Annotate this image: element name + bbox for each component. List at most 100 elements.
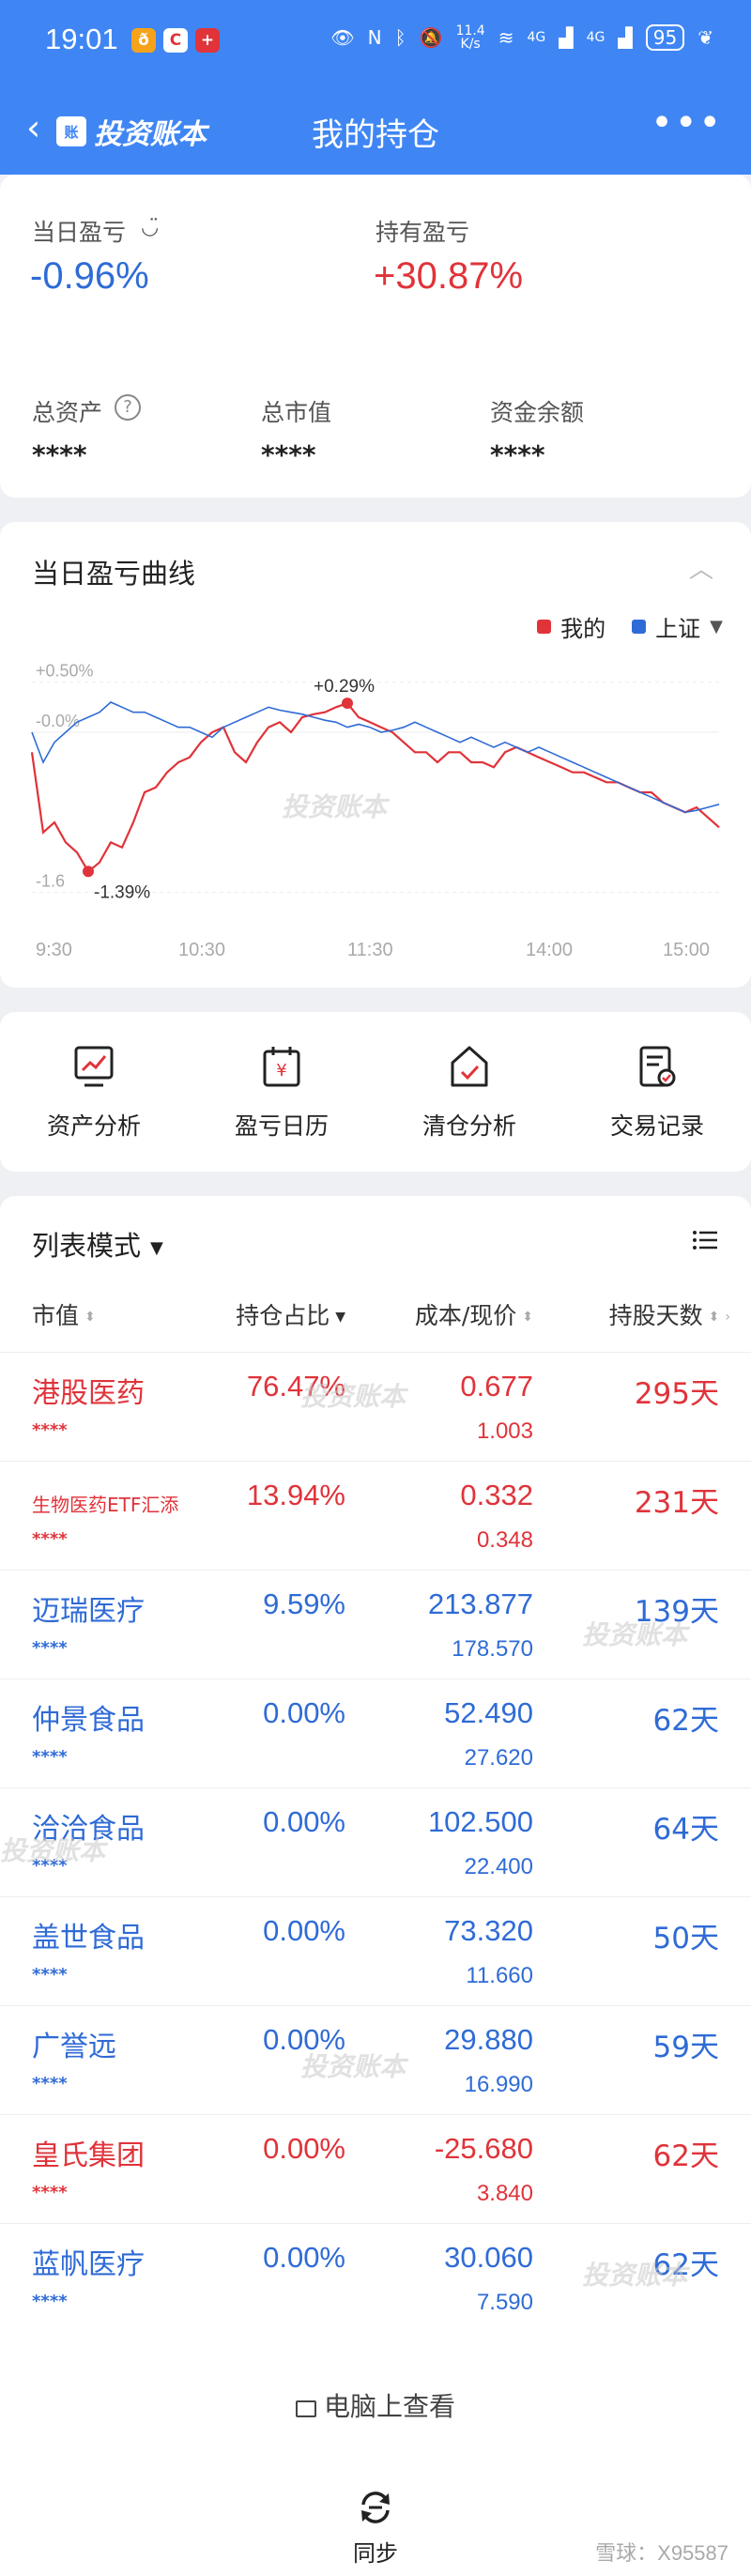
cost-price: 213.877	[427, 1587, 533, 1620]
column-label: 持仓占比	[236, 1302, 330, 1329]
min-point-marker	[83, 866, 94, 878]
legend-index-swatch	[632, 620, 647, 634]
holding-masked-value: ****	[32, 1856, 68, 1876]
holding-name: 生物医药ETF汇添	[32, 1494, 179, 1516]
holding-pnl-label: 持有盈亏	[376, 219, 470, 246]
current-price: 3.840	[476, 2181, 533, 2206]
help-icon[interactable]: ?	[115, 394, 141, 421]
daily-pnl-label: 当日盈亏	[32, 219, 127, 246]
holding-masked-value: ****	[32, 2074, 68, 2093]
cost-price: 29.880	[444, 2023, 533, 2056]
holding-masked-value: ****	[32, 1638, 68, 1658]
signal-icon: ▟	[618, 26, 633, 49]
status-time: 19:01	[45, 23, 118, 55]
bottom-bar: 同步 雪球：X95587	[0, 2445, 751, 2576]
x-tick-label: 10:30	[178, 940, 225, 960]
table-row[interactable]: 迈瑞医疗 **** 9.59% 213.877 178.570 139天	[0, 1570, 751, 1679]
app-header: 19:01 ð C + 👁 N ᛒ 🔕 11.4 K/s ≋ 4G ▟ 4G ▟…	[0, 0, 751, 175]
position-ratio: 76.47%	[246, 1370, 345, 1403]
holding-name: 蓝帆医疗	[32, 2248, 145, 2281]
action-clearance-analysis[interactable]: 清仓分析	[376, 1044, 563, 1142]
position-ratio: 13.94%	[246, 1479, 345, 1511]
xueqiu-watermark: 雪球：X95587	[595, 2541, 728, 2565]
holding-days: 295天	[634, 1377, 719, 1411]
notification-icons: ð C +	[131, 28, 220, 53]
position-ratio: 0.00%	[263, 2132, 345, 2165]
table-row[interactable]: 洽洽食品 **** 0.00% 102.500 22.400 64天	[0, 1787, 751, 1896]
column-label: 成本/现价	[414, 1302, 517, 1329]
view-on-pc-link[interactable]: 电脑上查看	[0, 2386, 751, 2424]
cost-price: 73.320	[444, 1914, 533, 1947]
daily-pnl-value: -0.96%	[30, 255, 149, 297]
action-asset-analysis[interactable]: 资产分析	[0, 1044, 188, 1142]
cost-price: 0.332	[460, 1479, 533, 1511]
total-assets-value: ****	[32, 439, 87, 470]
table-row[interactable]: 仲景食品 **** 0.00% 52.490 27.620 62天	[0, 1679, 751, 1787]
signal-icon: ▟	[559, 26, 574, 49]
position-ratio: 9.59%	[263, 1587, 345, 1620]
column-label: 持股天数	[608, 1302, 703, 1329]
position-ratio: 0.00%	[263, 1696, 345, 1729]
leaf-icon: ❦	[697, 26, 713, 49]
holding-name: 港股医药	[32, 1377, 145, 1410]
series-mine-line	[30, 701, 720, 873]
table-row[interactable]: 广誉远 **** 0.00% 29.880 16.990 59天	[0, 2005, 751, 2114]
chevron-right-icon: ›	[725, 1310, 730, 1325]
column-label: 市值	[32, 1302, 80, 1329]
sync-icon[interactable]	[358, 2490, 393, 2525]
table-row[interactable]: 皇氏集团 **** 0.00% -25.680 3.840 62天	[0, 2114, 751, 2223]
page-title: 我的持仓	[312, 116, 439, 154]
column-position-ratio[interactable]: 持仓占比 ▼	[236, 1297, 345, 1331]
cost-price: 52.490	[444, 1696, 533, 1729]
more-icon[interactable]: •••	[651, 101, 723, 145]
calendar-yen-icon: ¥	[263, 1047, 300, 1087]
holding-days: 231天	[634, 1486, 719, 1520]
signal-label: 4G	[586, 30, 605, 45]
total-assets-label: 总资产	[32, 399, 103, 426]
holdings-list: 列表模式 ▼ 市值 ⬍ 持仓占比 ▼ 成本/现价 ⬍ 持股天数 ⬍ › 港股医药 **** 76…	[0, 1196, 751, 2445]
table-row[interactable]: 蓝帆医疗 **** 0.00% 30.060 7.590 62天	[0, 2223, 751, 2332]
table-row[interactable]: 港股医药 **** 76.47% 0.677 1.003 295天	[0, 1352, 751, 1461]
holding-masked-value: ****	[32, 1420, 68, 1440]
holding-masked-value: ****	[32, 1747, 68, 1767]
cash-label: 资金余额	[490, 399, 585, 426]
document-check-icon	[639, 1046, 676, 1087]
chart-legend[interactable]: 我的 上证 ▼	[537, 610, 723, 643]
holding-masked-value: ****	[32, 1965, 68, 1985]
action-trade-records[interactable]: 交易记录	[563, 1044, 751, 1142]
table-row[interactable]: 生物医药ETF汇添 **** 13.94% 0.332 0.348 231天	[0, 1461, 751, 1570]
sort-icon: ⬍	[708, 1310, 720, 1325]
table-row[interactable]: 盖世食品 **** 0.00% 73.320 11.660 50天	[0, 1896, 751, 2005]
sort-icon: ⬍	[84, 1310, 96, 1325]
cost-price: -25.680	[434, 2132, 533, 2165]
eye-closed-icon[interactable]: ◡̈	[141, 216, 159, 239]
nav-bar: ‹ 账 投资账本 我的持仓 •••	[0, 94, 751, 165]
holding-name: 仲景食品	[32, 1704, 145, 1737]
cost-price: 0.677	[460, 1370, 533, 1403]
holding-masked-value: ****	[32, 2292, 68, 2311]
action-label: 资产分析	[46, 1112, 141, 1140]
eye-icon: 👁	[330, 26, 355, 49]
list-mode-dropdown[interactable]: 列表模式 ▼	[32, 1224, 163, 1264]
y-tick-label: +0.50%	[36, 662, 94, 681]
action-pnl-calendar[interactable]: ¥ 盈亏日历	[188, 1044, 376, 1142]
column-holding-days[interactable]: 持股天数 ⬍ ›	[609, 1297, 730, 1331]
column-market-value[interactable]: 市值 ⬍	[32, 1297, 96, 1331]
bluetooth-icon: ᛒ	[394, 26, 406, 49]
current-price: 16.990	[464, 2072, 533, 2097]
battery-level: 95	[645, 24, 685, 51]
action-bar: 资产分析 ¥ 盈亏日历 清仓分析 交易记录	[0, 1012, 751, 1172]
caret-down-icon: ▼	[710, 617, 723, 636]
current-price: 7.590	[476, 2290, 533, 2315]
sort-desc-icon: ▼	[335, 1310, 345, 1325]
list-menu-icon[interactable]	[693, 1230, 717, 1250]
column-cost-price[interactable]: 成本/现价 ⬍	[415, 1297, 533, 1331]
app-notification-icon: ð	[131, 28, 156, 53]
chevron-up-icon[interactable]: ︿	[689, 550, 713, 585]
current-price: 22.400	[464, 1854, 533, 1879]
series-index-line	[31, 701, 720, 814]
legend-mine-label: 我的	[560, 616, 606, 642]
market-value-value: ****	[261, 439, 316, 470]
holding-pnl-value: +30.87%	[374, 255, 524, 297]
holding-days: 50天	[652, 1922, 719, 1955]
